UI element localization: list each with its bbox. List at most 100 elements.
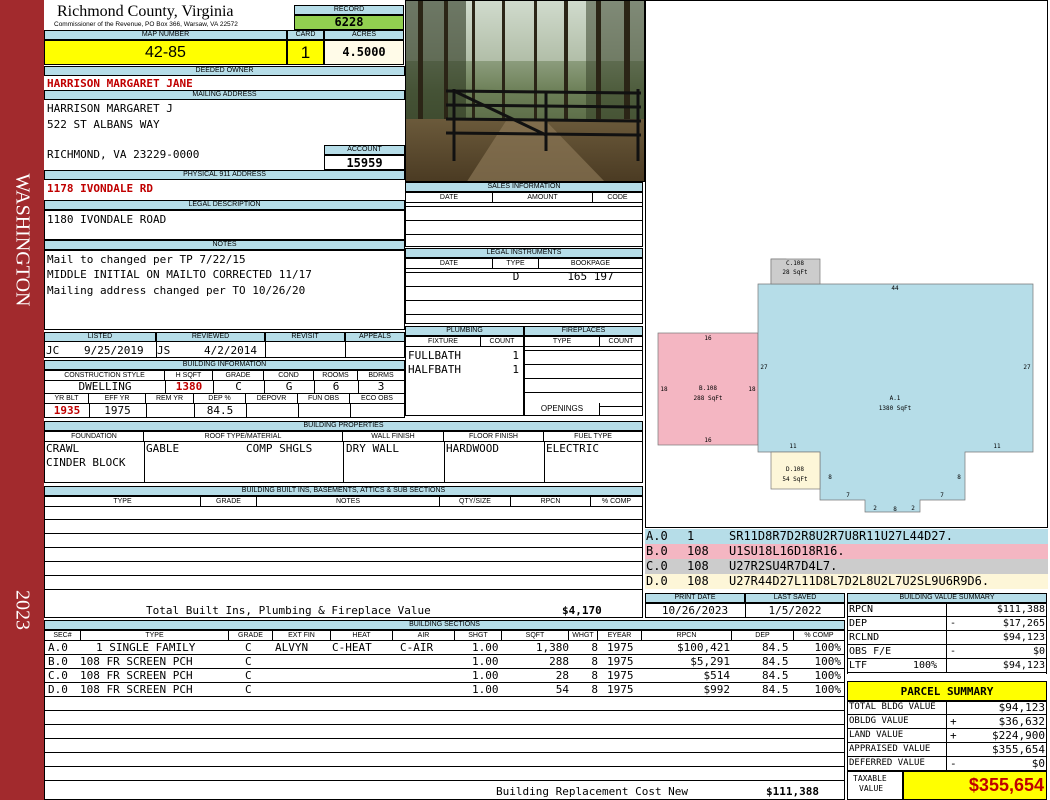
bp-col-fuel: FUEL TYPE (544, 432, 642, 442)
map-number-header: MAP NUMBER (44, 30, 287, 40)
deeded-owner-name: HARRISON MARGARET JANE (47, 77, 193, 90)
sec-col-whgt: WHGT (569, 631, 598, 641)
legal-description-box (44, 210, 405, 240)
segment-type: 108 (687, 574, 709, 588)
mailing-line-1: HARRISON MARGARET J (47, 102, 173, 115)
taxable-label-1: TAXABLE (853, 774, 887, 783)
segment-desc: U27R44D27L11D8L7D2L8U2L7U2SL9U6R9D6. (729, 574, 990, 588)
bp-col-roof: ROOF TYPE/MATERIAL (144, 432, 343, 442)
legal-col-type: TYPE (493, 259, 539, 269)
plumbing-fixture-2: HALFBATH (408, 363, 461, 376)
dim-top: 44 (891, 285, 899, 292)
parcel-summary-header: PARCEL SUMMARY (847, 681, 1047, 701)
segment-row-c: C.0 108 U27R2SU4R7D4L7. (645, 559, 1048, 574)
card-header: CARD (287, 30, 324, 40)
ps-row-appraised: APPRAISED VALUE $355,654 (847, 743, 1047, 757)
sec-col-grade: GRADE (229, 631, 273, 641)
mailing-address-header: MAILING ADDRESS (44, 90, 405, 100)
sec-col-air: AIR (393, 631, 455, 641)
plumbing-count-1: 1 (512, 349, 519, 362)
print-date-header: PRINT DATE (645, 593, 745, 603)
builtins-total-value: $4,170 (562, 604, 602, 617)
bp-roof-material: COMP SHGLS (246, 442, 313, 455)
dim-left-27: 27 (760, 364, 768, 371)
legal-description-header: LEGAL DESCRIPTION (44, 200, 405, 210)
listed-header: LISTED (44, 332, 156, 342)
sales-information-header: SALES INFORMATION (405, 182, 643, 192)
map-number-value: 42-85 (44, 40, 287, 65)
bi-col-yrblt: YR BLT (45, 394, 89, 404)
bi-effyr-value: 1975 (104, 404, 131, 417)
bi-dep-value: 84.5 (206, 404, 234, 417)
card-value: 1 (287, 40, 324, 65)
record-value: 6228 (294, 15, 404, 30)
ps-row-deferred: DEFERRED VALUE - $0 (847, 757, 1047, 771)
bi-cond-value: G (285, 380, 293, 393)
sketch-b-id: B.108 (699, 385, 717, 392)
plumbing-table (405, 336, 524, 416)
legal-bookpage-value: 165 197 (567, 270, 614, 283)
sidebar: WASHINGTON 2023 (0, 0, 44, 800)
reviewed-by: JS (157, 344, 171, 357)
bp-col-floor: FLOOR FINISH (444, 432, 544, 442)
bp-fuel-type: ELECTRIC (546, 442, 599, 455)
sketch-c-sqft: 28 SqFt (782, 269, 808, 276)
plumbing-col-fixture: FIXTURE (406, 337, 481, 347)
ps-row-land: LAND VALUE + $224,900 (847, 729, 1047, 743)
building-information-header: BUILDING INFORMATION (44, 360, 405, 370)
legal-col-date: DATE (406, 259, 493, 269)
bi-rooms-value: 6 (332, 380, 340, 393)
ps-row-total-bldg: TOTAL BLDG VALUE $94,123 (847, 701, 1047, 715)
dim-b-top: 16 (704, 335, 712, 342)
replacement-cost-label: Building Replacement Cost New (496, 785, 689, 798)
bp-foundation-1: CRAWL (46, 442, 80, 455)
sketch-d-id: D.108 (786, 466, 804, 473)
sales-col-code: CODE (593, 193, 642, 203)
vs-row-obs: OBS F/E - $0 (847, 646, 1047, 659)
sketch-a-sqft: 1380 SqFt (879, 405, 912, 412)
replacement-cost-value: $111,388 (766, 785, 819, 798)
office-address: Commissioner of the Revenue, PO Box 366,… (54, 21, 238, 28)
bp-floor-finish: HARDWOOD (446, 442, 499, 455)
dim-11-left: 11 (789, 443, 797, 450)
appeals-header: APPEALS (345, 332, 405, 342)
sec-col-heat: HEAT (331, 631, 393, 641)
bp-roof-type: GABLE (146, 442, 180, 455)
value-summary-header: BUILDING VALUE SUMMARY (847, 593, 1047, 603)
segment-desc: U1SU18L16D18R16. (729, 544, 845, 558)
builtins-header: BUILDING BUILT INS, BASEMENTS, ATTICS & … (44, 486, 643, 496)
segment-row-b: B.0 108 U1SU18L16D18R16. (645, 544, 1048, 559)
dim-7-left: 7 (846, 492, 850, 499)
sec-col-comp: % COMP (794, 631, 844, 641)
fireplaces-header: FIREPLACES (524, 326, 643, 336)
bp-foundation-2: CINDER BLOCK (46, 456, 126, 469)
taxable-value: $355,654 (903, 771, 1047, 800)
vs-row-dep: DEP - $17,265 (847, 618, 1047, 631)
sales-col-date: DATE (406, 193, 493, 203)
dim-11-right: 11 (993, 443, 1001, 450)
bi-col-dep: DEP % (194, 394, 246, 404)
sec-col-sqft: SQFT (502, 631, 569, 641)
vs-row-rclnd: RCLND $94,123 (847, 632, 1047, 645)
sec-col-extfin: EXT FIN (273, 631, 331, 641)
sec-col-rpcn: RPCN (642, 631, 732, 641)
sec-col-type: TYPE (81, 631, 229, 641)
acres-value: 4.5000 (324, 40, 404, 65)
bi-col-funobs: FUN OBS (298, 394, 350, 404)
plumbing-header: PLUMBING (405, 326, 524, 336)
account-value: 15959 (324, 155, 405, 170)
segment-desc: U27R2SU4R7D4L7. (729, 559, 838, 573)
sec-col-eyear: EYEAR (598, 631, 642, 641)
builtins-col-qty: QTY/SIZE (440, 497, 511, 507)
segment-row-d: D.0 108 U27R44D27L11D8L7D2L8U2L7U2SL9U6R… (645, 574, 1048, 589)
physical-address-value: 1178 IVONDALE RD (47, 182, 153, 195)
listed-by: JC (46, 344, 60, 357)
dim-b-left: 18 (660, 386, 668, 393)
last-saved-header: LAST SAVED (745, 593, 845, 603)
plumbing-col-count: COUNT (481, 337, 523, 347)
dim-7-right: 7 (940, 492, 944, 499)
builtins-col-rpcn: RPCN (511, 497, 591, 507)
account-header: ACCOUNT (324, 145, 405, 155)
building-sections-header: BUILDING SECTIONS (44, 620, 845, 630)
dim-8-right: 8 (957, 474, 961, 481)
